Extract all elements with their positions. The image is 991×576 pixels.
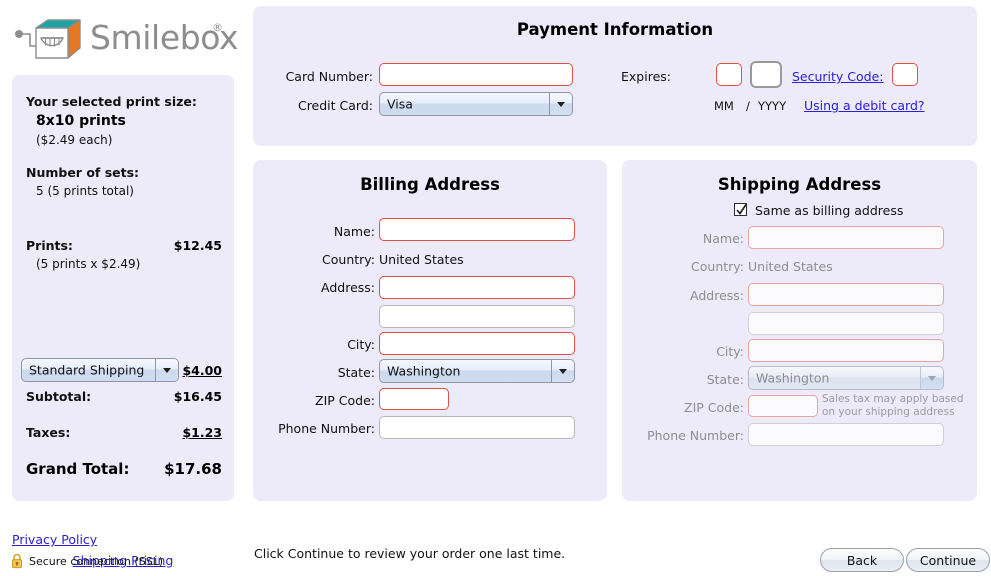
billing-country-value: United States — [379, 252, 464, 267]
shipping-zip-input[interactable] — [748, 395, 818, 417]
chevron-down-icon[interactable] — [551, 360, 574, 382]
billing-zip-input[interactable] — [379, 388, 449, 410]
grand-total-amount: $17.68 — [164, 460, 222, 478]
shipping-state-value: Washington — [756, 370, 830, 386]
billing-state-select[interactable]: Washington — [379, 359, 575, 383]
shipping-country-label: Country: — [691, 259, 744, 274]
prints-detail: (5 prints x $2.49) — [36, 257, 141, 271]
order-summary-sidebar: Your selected print size: 8x10 prints ($… — [12, 75, 234, 568]
continue-instruction-text: Click Continue to review your order one … — [254, 546, 566, 561]
print-unit-price: ($2.49 each) — [36, 133, 113, 147]
smilebox-cube-icon — [15, 19, 81, 59]
expires-month-input[interactable] — [716, 63, 742, 86]
shipping-name-label: Name: — [702, 231, 744, 246]
card-number-label: Card Number: — [285, 69, 373, 84]
sets-label: Number of sets: — [26, 165, 140, 180]
sets-value: 5 (5 prints total) — [36, 184, 134, 198]
prints-label: Prints: — [26, 238, 73, 253]
expires-year-input[interactable] — [750, 61, 782, 88]
security-code-input[interactable] — [892, 63, 918, 86]
billing-address1-input[interactable] — [379, 276, 575, 299]
shipping-state-label: State: — [706, 372, 744, 387]
shipping-phone-label: Phone Number: — [647, 428, 744, 443]
chevron-down-icon[interactable] — [549, 93, 572, 115]
billing-zip-label: ZIP Code: — [315, 393, 375, 408]
credit-card-type-value: Visa — [387, 96, 413, 112]
shipping-amount[interactable]: $4.00 — [182, 363, 222, 378]
billing-name-input[interactable] — [379, 218, 575, 241]
credit-card-label: Credit Card: — [297, 98, 373, 113]
billing-state-value: Washington — [387, 363, 461, 379]
shipping-name-input[interactable] — [748, 226, 944, 249]
grand-total-label: Grand Total: — [26, 460, 130, 478]
print-size-label: Your selected print size: — [26, 94, 197, 109]
shipping-country-value: United States — [748, 259, 833, 274]
taxes-amount[interactable]: $1.23 — [182, 425, 222, 440]
billing-country-label: Country: — [322, 252, 375, 267]
privacy-policy-link[interactable]: Privacy Policy — [12, 532, 97, 547]
check-icon — [736, 204, 747, 215]
billing-address-label: Address: — [321, 280, 375, 295]
print-size-value: 8x10 prints — [36, 113, 126, 129]
shipping-panel-title: Shipping Address — [717, 175, 882, 194]
back-button[interactable]: Back — [820, 548, 904, 572]
chevron-down-icon[interactable] — [155, 359, 178, 381]
ssl-text: Secure connection (SSL) — [29, 554, 164, 568]
billing-address-panel: Billing Address Name: Country: United St… — [253, 160, 607, 501]
billing-city-label: City: — [347, 337, 375, 352]
shipping-city-input[interactable] — [748, 339, 944, 362]
credit-card-type-select[interactable]: Visa — [379, 92, 573, 116]
expires-month-hint: MM — [714, 99, 734, 113]
billing-name-label: Name: — [333, 224, 375, 239]
chevron-down-icon[interactable] — [920, 367, 943, 389]
billing-panel-title: Billing Address — [360, 175, 500, 194]
taxes-label: Taxes: — [26, 425, 71, 440]
billing-address2-input[interactable] — [379, 305, 575, 328]
shipping-zip-label: ZIP Code: — [684, 400, 744, 415]
secure-connection-indicator: Secure connection (SSL) — [10, 553, 163, 569]
subtotal-amount: $16.45 — [173, 389, 222, 404]
billing-phone-label: Phone Number: — [278, 421, 375, 436]
payment-information-panel: Payment Information Card Number: Credit … — [253, 6, 977, 146]
shipping-address1-input[interactable] — [748, 283, 944, 306]
expires-separator: / — [746, 99, 750, 113]
using-a-debit-card-link[interactable]: Using a debit card? — [804, 98, 925, 113]
sales-tax-note-line2: on your shipping address — [822, 406, 955, 418]
security-code-link[interactable]: Security Code: — [792, 69, 884, 84]
billing-state-label: State: — [337, 365, 375, 380]
same-as-billing-checkbox[interactable] — [734, 203, 747, 216]
billing-city-input[interactable] — [379, 332, 575, 355]
continue-button[interactable]: Continue — [906, 548, 990, 572]
shipping-address2-input[interactable] — [748, 312, 944, 335]
expires-year-hint: YYYY — [758, 99, 787, 113]
shipping-method-select[interactable]: Standard Shipping — [21, 358, 179, 382]
shipping-state-select[interactable]: Washington — [748, 366, 944, 390]
brand-logo: Smilebox ® — [12, 8, 242, 68]
shipping-method-value: Standard Shipping — [29, 362, 145, 378]
card-number-input[interactable] — [379, 63, 573, 86]
shipping-address-panel: Shipping Address Same as billing address… — [622, 160, 977, 501]
subtotal-label: Subtotal: — [26, 389, 92, 404]
lock-icon — [12, 553, 22, 569]
shipping-address-label: Address: — [690, 288, 744, 303]
registered-mark: ® — [212, 21, 223, 34]
sales-tax-note-line1: Sales tax may apply based — [822, 393, 964, 405]
payment-panel-title: Payment Information — [516, 20, 714, 39]
billing-phone-input[interactable] — [379, 416, 575, 439]
shipping-city-label: City: — [716, 344, 744, 359]
shipping-phone-input[interactable] — [748, 423, 944, 446]
prints-amount: $12.45 — [173, 238, 222, 253]
same-as-billing-label: Same as billing address — [755, 203, 904, 218]
expires-label: Expires: — [621, 69, 671, 84]
